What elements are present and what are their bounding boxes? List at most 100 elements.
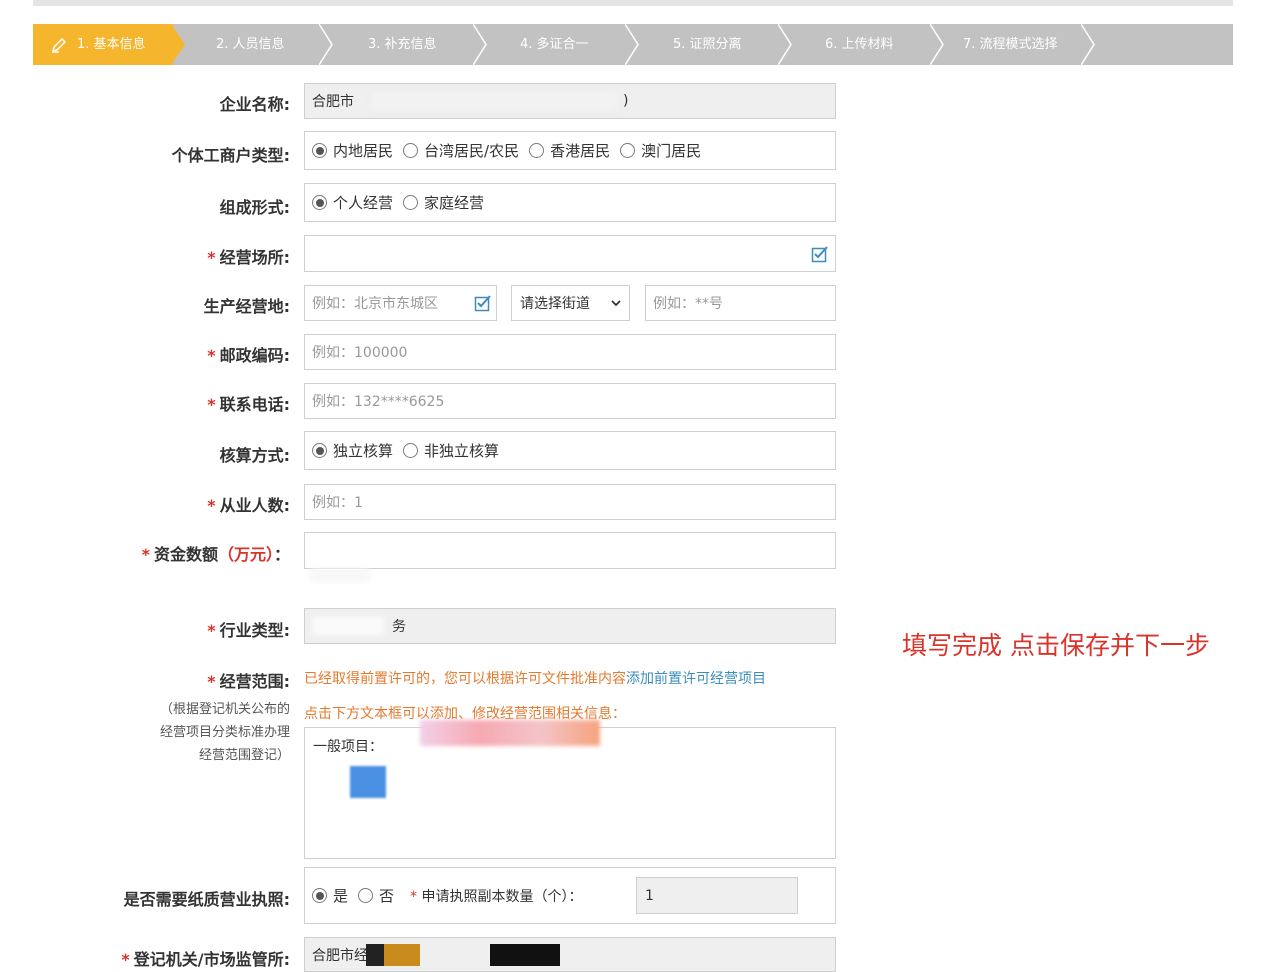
required-mark: *	[207, 346, 216, 365]
authority-value: 合肥市经	[312, 947, 368, 964]
radio-circle	[529, 143, 545, 158]
radio-paper-yes[interactable]: 是	[312, 885, 348, 906]
required-mark: *	[207, 672, 216, 691]
scope-hint-text: 已经取得前置许可的，您可以根据许可文件批准内容	[304, 671, 626, 687]
accounting-group: 独立核算 非独立核算	[304, 431, 836, 470]
label-text: 经营范围:	[219, 672, 290, 691]
district-field[interactable]: 例如：北京市东城区	[304, 285, 497, 321]
scope-side-note: （根据登记机关公布的经营项目分类标准办理经营范围登记）	[159, 702, 290, 763]
phone-placeholder: 例如：132****6625	[312, 394, 445, 410]
step-label: 3. 补充信息	[368, 37, 437, 52]
business-place-label: * 经营场所:	[207, 244, 290, 268]
radio-label: 否	[379, 887, 395, 905]
redacted-area	[366, 944, 384, 966]
postal-code-label: * 邮政编码:	[207, 342, 290, 366]
radio-non-independent[interactable]: 非独立核算	[403, 440, 499, 461]
radio-circle	[358, 888, 374, 903]
required-mark: *	[121, 950, 130, 969]
required-mark: *	[141, 545, 150, 564]
radio-macau[interactable]: 澳门居民	[620, 140, 701, 161]
redacted-area	[490, 944, 560, 966]
postal-code-field[interactable]: 例如：100000	[304, 334, 836, 370]
completeness-indicator: 信息完整度0%	[1142, 6, 1223, 20]
production-address-label: 生产经营地:	[203, 297, 290, 316]
radio-taiwan[interactable]: 台湾居民/农民	[403, 140, 519, 161]
step-label: 7. 流程模式选择	[963, 37, 1058, 52]
top-divider	[33, 0, 1233, 6]
company-name-value: 合肥市	[312, 94, 354, 110]
employees-field[interactable]: 例如：1	[304, 484, 836, 520]
radio-hongkong[interactable]: 香港居民	[529, 140, 610, 161]
radio-label: 香港居民	[550, 142, 611, 160]
capital-colon: ：	[273, 545, 290, 564]
household-type-label: 个体工商户类型:	[171, 146, 290, 165]
radio-individual[interactable]: 个人经营	[312, 192, 393, 213]
household-type-group: 内地居民 台湾居民/农民 香港居民 澳门居民	[304, 131, 836, 170]
redacted-area	[372, 92, 617, 110]
step-arrow	[625, 24, 639, 65]
composition-label: 组成形式:	[219, 198, 290, 217]
radio-label: 是	[333, 887, 349, 905]
radio-independent[interactable]: 独立核算	[312, 440, 393, 461]
edit-checkbox-icon[interactable]	[474, 294, 492, 312]
label-text: 邮政编码:	[219, 346, 290, 365]
industry-label: * 行业类型:	[207, 617, 290, 641]
radio-label: 台湾居民/农民	[424, 142, 520, 160]
redacted-area	[420, 720, 600, 746]
radio-circle	[620, 143, 636, 158]
street-select-value: 请选择街道	[520, 296, 590, 312]
house-number-placeholder: 例如：**号	[653, 296, 723, 312]
employees-label: * 从业人数:	[207, 492, 290, 516]
step-arrow	[171, 24, 185, 65]
edit-checkbox-icon[interactable]	[811, 245, 829, 263]
phone-field[interactable]: 例如：132****6625	[304, 383, 836, 419]
step-arrow	[319, 24, 333, 65]
step-label: 2. 人员信息	[216, 37, 285, 52]
step-basic-info[interactable]: 1. 基本信息	[33, 24, 173, 65]
step-arrow	[930, 24, 944, 65]
pencil-icon	[51, 37, 67, 53]
authority-label: * 登记机关/市场监管所:	[121, 946, 290, 970]
street-select[interactable]: 请选择街道	[511, 285, 630, 321]
postal-code-placeholder: 例如：100000	[312, 345, 408, 361]
required-mark: *	[207, 248, 216, 267]
step-label: 5. 证照分离	[673, 37, 742, 52]
radio-label: 独立核算	[333, 442, 394, 460]
redacted-area	[384, 944, 420, 966]
radio-circle	[403, 443, 419, 458]
label-text: 联系电话:	[219, 395, 290, 414]
step-arrow	[778, 24, 792, 65]
copies-value: 1	[645, 887, 654, 904]
step-arrow	[1081, 24, 1095, 65]
radio-circle-selected	[312, 443, 327, 458]
step-label: 4. 多证合一	[520, 37, 589, 52]
copies-label-text: 申请执照副本数量（个）：	[421, 888, 583, 905]
capital-unit: （万元）	[217, 545, 274, 564]
radio-paper-no[interactable]: 否	[358, 885, 394, 906]
capital-label: * 资金数额（万元）：	[142, 541, 290, 565]
radio-circle	[403, 143, 419, 158]
capital-field[interactable]	[304, 532, 836, 569]
business-place-field[interactable]	[304, 235, 836, 272]
radio-circle-selected	[312, 888, 327, 903]
composition-group: 个人经营 家庭经营	[304, 183, 836, 222]
company-name-paren: )	[623, 93, 629, 109]
label-text: 行业类型:	[219, 621, 290, 640]
label-text: 从业人数:	[219, 496, 290, 515]
add-permit-link[interactable]: 添加前置许可经营项目	[626, 671, 766, 687]
copies-field[interactable]: 1	[636, 877, 798, 914]
label-text: 登记机关/市场监管所:	[133, 950, 290, 969]
industry-value: 务	[392, 619, 406, 635]
house-number-field[interactable]: 例如：**号	[645, 285, 836, 321]
paper-license-label: 是否需要纸质营业执照:	[123, 890, 290, 909]
radio-family[interactable]: 家庭经营	[403, 192, 484, 213]
annotation-text: 填写完成 点击保存并下一步	[902, 631, 1210, 660]
step-label: 1. 基本信息	[77, 37, 146, 52]
required-mark: *	[410, 888, 422, 905]
label-text: 经营场所:	[219, 248, 290, 267]
step-arrow	[473, 24, 487, 65]
radio-mainland[interactable]: 内地居民	[312, 140, 393, 161]
scope-hint-1: 已经取得前置许可的，您可以根据许可文件批准内容添加前置许可经营项目	[304, 668, 766, 688]
company-name-label: 企业名称:	[219, 95, 290, 114]
redacted-area	[350, 766, 386, 798]
